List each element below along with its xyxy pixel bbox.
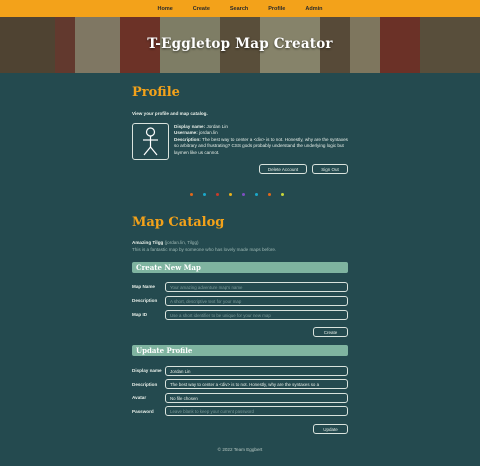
separator-dot xyxy=(203,193,206,196)
map-name-label: Map Name xyxy=(132,284,155,289)
hero-banner: T-Eggletop Map Creator xyxy=(0,17,480,73)
hero-title: T-Eggletop Map Creator xyxy=(147,36,333,52)
separator-dot xyxy=(216,193,219,196)
display-name-input[interactable]: Jordan Lin xyxy=(165,366,348,376)
map-entry-meta: (jordan.lin, Tilgg) xyxy=(164,240,199,245)
avatar-field-label: Avatar xyxy=(132,395,147,400)
map-catalog-heading: Map Catalog xyxy=(132,215,225,230)
separator-dot xyxy=(190,193,193,196)
username-label: Username: xyxy=(174,130,198,136)
profile-intro: View your profile and map catalog. xyxy=(132,111,208,116)
update-profile-button[interactable]: Update xyxy=(313,424,348,434)
map-id-input[interactable]: Use a short identifier to be unique for … xyxy=(165,310,348,320)
display-name-label: Display name: xyxy=(174,124,206,129)
stick-figure-icon xyxy=(143,127,158,156)
map-name-placeholder: Your amazing adventure map's name xyxy=(170,284,243,290)
separator-dot xyxy=(281,193,284,196)
display-name-field-label: Display name xyxy=(132,368,162,373)
map-entry-title[interactable]: Amazing Tilgg xyxy=(132,240,163,245)
nav-search-link[interactable]: Search xyxy=(220,6,258,12)
nav-create-link[interactable]: Create xyxy=(183,6,220,12)
nav-home-link[interactable]: Home xyxy=(147,6,182,12)
password-field-label: Password xyxy=(132,409,154,414)
description-input[interactable]: The best way to center a <div> is to not… xyxy=(165,379,348,389)
create-map-header: Create New Map xyxy=(132,262,348,273)
map-description-placeholder: A short, descriptive text for your map xyxy=(170,298,242,304)
description-value: The best way to center a <div> is to not… xyxy=(174,136,348,155)
profile-heading: Profile xyxy=(132,85,180,100)
avatar-file-input[interactable]: No file chosen xyxy=(165,393,348,403)
sign-out-button[interactable]: Sign Out xyxy=(312,164,348,174)
footer-copyright: © 2022 Team Eggbert xyxy=(217,447,263,452)
separator-dot xyxy=(242,193,245,196)
profile-details: Display name: Jordan Lin Username: jorda… xyxy=(174,124,350,156)
separator-dot xyxy=(255,193,258,196)
display-name-value: Jordan Lin xyxy=(206,124,228,129)
map-description-label: Description xyxy=(132,298,158,303)
map-name-input[interactable]: Your amazing adventure map's name xyxy=(165,282,348,292)
nav-admin-link[interactable]: Admin xyxy=(295,6,332,12)
top-navbar: Home Create Search Profile Admin xyxy=(0,0,480,17)
username-value: jordan.lin xyxy=(199,130,218,136)
create-map-button[interactable]: Create xyxy=(313,327,348,337)
map-description-input[interactable]: A short, descriptive text for your map xyxy=(165,296,348,306)
map-id-label: Map ID xyxy=(132,312,148,317)
map-id-placeholder: Use a short identifier to be unique for … xyxy=(170,312,271,318)
separator-dots xyxy=(190,193,290,197)
map-entry-description: This is a fantastic map by someone who h… xyxy=(132,247,277,252)
description-label: Description: xyxy=(174,136,201,142)
avatar xyxy=(132,123,169,160)
nav-profile-link[interactable]: Profile xyxy=(258,6,295,12)
description-field-label: Description xyxy=(132,382,158,387)
separator-dot xyxy=(229,193,232,196)
separator-dot xyxy=(268,193,271,196)
password-input[interactable]: Leave blank to keep your current passwor… xyxy=(165,406,348,416)
map-entry[interactable]: Amazing Tilgg (jordan.lin, Tilgg) xyxy=(132,240,199,245)
delete-account-button[interactable]: Delete Account xyxy=(259,164,307,174)
update-profile-header: Update Profile xyxy=(132,345,348,356)
password-placeholder: Leave blank to keep your current passwor… xyxy=(170,408,254,414)
